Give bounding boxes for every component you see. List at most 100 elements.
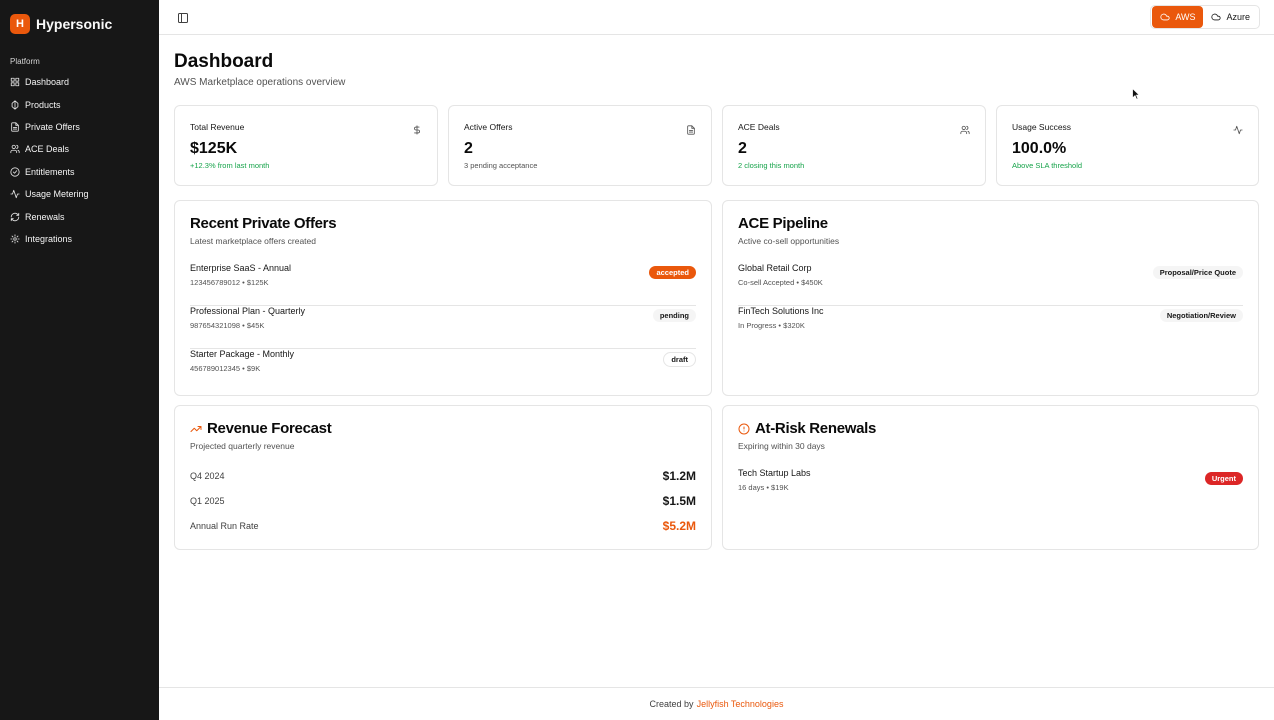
forecast-value: $1.2M [662,469,696,483]
page-title: Dashboard [174,51,274,72]
card-title-text: At-Risk Renewals [755,420,877,437]
status-badge: draft [663,352,696,367]
sidebar-item-label: Products [25,99,61,110]
stat-label: Active Offers [464,122,513,132]
forecast-label: Annual Run Rate [190,521,259,531]
sidebar-item-label: Renewals [25,211,65,222]
cloud-switcher: AWS Azure [1150,5,1260,29]
brand-name: Hypersonic [36,16,113,32]
sidebar-item-label: Entitlements [25,166,75,177]
mouse-cursor-icon [1132,88,1140,100]
deal-row[interactable]: FinTech Solutions Inc In Progress • $320… [738,306,1243,349]
offer-title: Starter Package - Monthly [190,349,295,359]
document-icon [686,122,696,135]
card-title: At-Risk Renewals [738,420,876,437]
sidebar-item-label: Dashboard [25,77,70,88]
at-risk-renewals-card: At-Risk Renewals Expiring within 30 days… [722,405,1259,550]
recent-offers-card: Recent Private Offers Latest marketplace… [174,200,712,396]
activity-icon [1233,122,1243,135]
revenue-forecast-card: Revenue Forecast Projected quarterly rev… [174,405,712,550]
sidebar-item-label: Usage Metering [25,189,89,200]
sidebar-section-label: Platform [10,57,40,66]
forecast-value: $5.2M [662,519,696,533]
stat-note: +12.3% from last month [190,161,270,170]
stage-badge: Negotiation/Review [1159,309,1243,322]
card-subtitle: Active co-sell opportunities [738,236,840,246]
offer-meta: 123456789012 • $125K [190,278,269,287]
sidebar-item-ace-deals[interactable]: ACE Deals [0,138,159,160]
card-title-text: Revenue Forecast [207,420,332,437]
sidebar-item-dashboard[interactable]: Dashboard [0,71,159,93]
stat-label: Total Revenue [190,122,245,132]
deal-title: FinTech Solutions Inc [738,306,824,316]
forecast-label: Q4 2024 [190,471,225,481]
card-title: Revenue Forecast [190,420,332,437]
footer: Created by Jellyfish Technologies [159,687,1274,720]
sidebar-toggle-icon[interactable] [177,11,189,23]
card-title: Recent Private Offers [190,215,337,232]
azure-button[interactable]: Azure [1203,6,1258,28]
topbar: AWS Azure [159,0,1274,35]
dollar-icon [412,122,422,135]
sidebar-item-renewals[interactable]: Renewals [0,205,159,227]
activity-icon [10,189,20,199]
ace-pipeline-card: ACE Pipeline Active co-sell opportunitie… [722,200,1259,396]
stat-value: 2 [464,140,473,157]
card-title: ACE Pipeline [738,215,828,232]
sidebar-item-entitlements[interactable]: Entitlements [0,161,159,183]
urgency-badge: Urgent [1204,472,1243,485]
stat-label: Usage Success [1012,122,1072,132]
forecast-label: Q1 2025 [190,496,225,506]
grid-icon [10,77,20,87]
stat-value: 2 [738,140,747,157]
users-icon [10,144,20,154]
stat-card-usage-success: Usage Success 100.0% Above SLA threshold [996,105,1259,186]
refresh-icon [10,212,20,222]
offer-row[interactable]: Starter Package - Monthly 456789012345 •… [190,349,696,392]
stage-badge: Proposal/Price Quote [1152,266,1243,279]
sidebar-item-label: ACE Deals [25,144,70,155]
sidebar-item-label: Private Offers [25,121,80,132]
renewal-row[interactable]: Tech Startup Labs 16 days • $19K Urgent [738,468,1243,511]
deal-meta: Co-sell Accepted • $450K [738,278,823,287]
sidebar-item-usage-metering[interactable]: Usage Metering [0,183,159,205]
offer-title: Professional Plan - Quarterly [190,306,306,316]
aws-label: AWS [1175,12,1196,22]
stat-note: 3 pending acceptance [464,161,538,170]
stat-card-ace-deals: ACE Deals 2 2 closing this month [722,105,986,186]
brand[interactable]: H Hypersonic [0,0,159,40]
aws-button[interactable]: AWS [1152,6,1204,28]
offer-row[interactable]: Enterprise SaaS - Annual 123456789012 • … [190,263,696,306]
stat-value: 100.0% [1012,140,1067,157]
sidebar-item-label: Integrations [25,233,73,244]
card-subtitle: Latest marketplace offers created [190,236,316,246]
renewal-title: Tech Startup Labs [738,468,811,478]
trending-up-icon [190,425,202,432]
sidebar-item-products[interactable]: Products [0,93,159,115]
forecast-row: Q4 2024 $1.2M [190,469,696,485]
offer-meta: 456789012345 • $9K [190,364,261,373]
forecast-row: Q1 2025 $1.5M [190,494,696,510]
cloud-icon [1160,13,1170,21]
renewal-meta: 16 days • $19K [738,483,789,492]
footer-link[interactable]: Jellyfish Technologies [697,699,784,709]
forecast-row: Annual Run Rate $5.2M [190,519,696,535]
sidebar-item-private-offers[interactable]: Private Offers [0,116,159,138]
offer-title: Enterprise SaaS - Annual [190,263,292,273]
users-icon [960,122,970,135]
status-badge: accepted [649,266,696,279]
offer-row[interactable]: Professional Plan - Quarterly 9876543210… [190,306,696,349]
stat-value: $125K [190,140,238,157]
sidebar-item-integrations[interactable]: Integrations [0,228,159,250]
stat-card-active-offers: Active Offers 2 3 pending acceptance [448,105,712,186]
stat-note: Above SLA threshold [1012,161,1083,170]
deal-row[interactable]: Global Retail Corp Co-sell Accepted • $4… [738,263,1243,306]
alert-circle-icon [738,423,750,434]
forecast-value: $1.5M [662,494,696,508]
package-icon [10,99,20,110]
document-icon [10,122,20,132]
deal-title: Global Retail Corp [738,263,812,273]
page-subtitle: AWS Marketplace operations overview [174,77,346,88]
deal-meta: In Progress • $320K [738,321,805,330]
gear-icon [10,234,20,244]
